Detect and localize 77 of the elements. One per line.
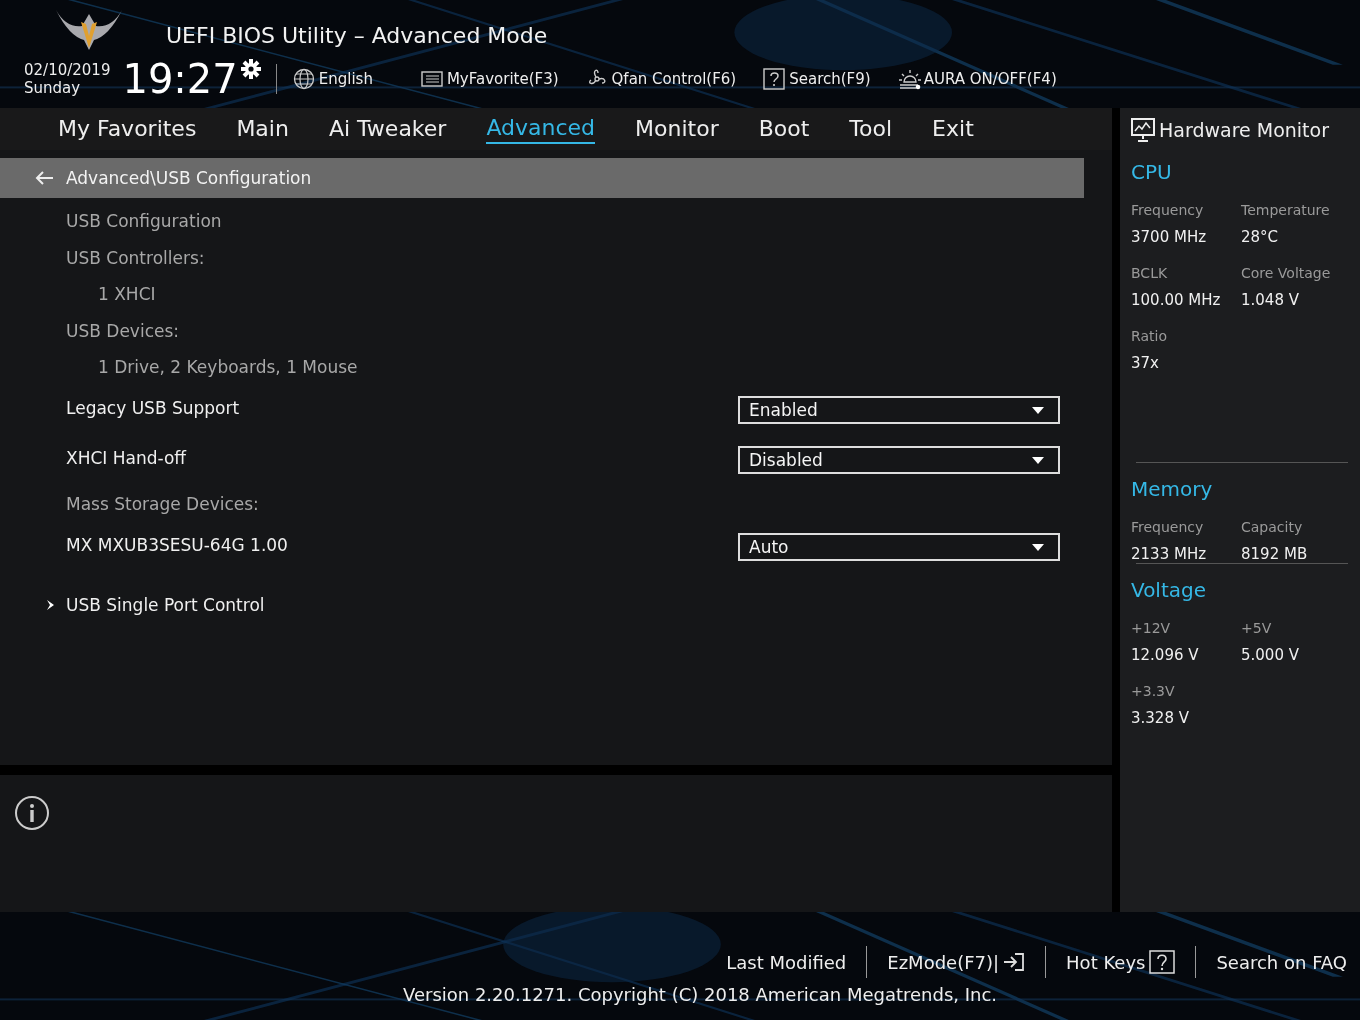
reading-value: 28°C <box>1241 228 1280 246</box>
section-title: Voltage <box>1131 578 1208 602</box>
toolbar-button[interactable]: Qfan Control(F6) <box>585 68 737 90</box>
footer-link[interactable]: Last Modified <box>726 951 847 973</box>
reading-label: +12V <box>1131 620 1172 636</box>
reading-value: 3700 MHz <box>1131 228 1208 246</box>
info-text: 1 Drive, 2 Keyboards, 1 Mouse <box>98 357 358 377</box>
section-label: USB Controllers: <box>66 247 205 268</box>
footer-link[interactable]: EzMode(F7)| <box>887 951 1026 973</box>
setting-label: MX MXUB3SESU-64G 1.00 <box>66 535 288 555</box>
reading-value: 37x <box>1131 354 1160 372</box>
list-icon <box>420 68 444 90</box>
reading-label: Frequency <box>1131 519 1205 535</box>
dropdown-value: Enabled <box>749 400 818 420</box>
toolbar-button[interactable]: MyFavorite(F3) <box>420 68 559 90</box>
exit-arrow-icon <box>1003 952 1026 972</box>
setting-label: Legacy USB Support <box>66 398 240 418</box>
submenu-item[interactable]: USB Single Port Control <box>46 576 265 634</box>
window-title: UEFI BIOS Utility – Advanced Mode <box>166 22 548 48</box>
reading-label: Ratio <box>1131 328 1168 344</box>
breadcrumb-text: Advanced\USB Configuration <box>66 168 312 188</box>
reading-value: 12.096 V <box>1131 646 1200 664</box>
reading-value: 1.048 V <box>1241 291 1300 309</box>
reading-label: Temperature <box>1241 202 1331 218</box>
reading-label: +3.3V <box>1131 683 1176 699</box>
date-text: 02/10/2019 <box>24 61 111 79</box>
question-box-icon <box>1149 950 1176 974</box>
toolbar-button[interactable]: AURA ON/OFF(F4) <box>897 68 1057 90</box>
back-arrow-icon <box>34 170 54 186</box>
toolbar-button[interactable]: English <box>292 68 373 90</box>
dropdown-value: Disabled <box>749 450 823 470</box>
caret-icon <box>1032 543 1044 551</box>
reading-value: 3.328 V <box>1131 709 1190 727</box>
setting-label: XHCI Hand-off <box>66 448 187 468</box>
toolbar-button[interactable]: Search(F9) <box>763 68 871 90</box>
dropdown[interactable]: Enabled <box>738 396 1060 424</box>
menu-tab[interactable]: Boot <box>758 115 810 143</box>
chevron-icon <box>46 599 56 611</box>
version-text: Version 2.20.1271. Copyright (C) 2018 American Megatrends, Inc. <box>403 984 999 1005</box>
reading-value: 2133 MHz <box>1131 545 1208 563</box>
info-icon <box>14 795 50 831</box>
menu-tab[interactable]: Tool <box>849 115 893 143</box>
reading-label: Core Voltage <box>1241 265 1332 281</box>
section-label: Mass Storage Devices: <box>66 493 259 514</box>
info-text: 1 XHCI <box>98 284 156 304</box>
menu-tab[interactable]: Exit <box>932 115 974 143</box>
caret-icon <box>1032 406 1044 414</box>
day-text: Sunday <box>24 79 82 97</box>
section-label: USB Configuration <box>66 210 222 231</box>
clock-text: 19:27 <box>122 56 238 102</box>
reading-label: BCLK <box>1131 265 1169 281</box>
dropdown-value: Auto <box>749 537 789 557</box>
section-label: USB Devices: <box>66 320 180 341</box>
footer-link[interactable]: Hot Keys <box>1066 950 1176 974</box>
monitor-chart-icon <box>1131 118 1155 142</box>
reading-value: 5.000 V <box>1241 646 1300 664</box>
reading-value: 100.00 MHz <box>1131 291 1222 309</box>
menu-tab[interactable]: My Favorites <box>58 115 197 143</box>
reading-label: Capacity <box>1241 519 1304 535</box>
menu-tab[interactable]: Advanced <box>486 114 596 144</box>
section-title: CPU <box>1131 160 1173 184</box>
footer-link[interactable]: Search on FAQ <box>1216 951 1347 973</box>
panel-title: Hardware Monitor <box>1159 119 1329 141</box>
dropdown[interactable]: Auto <box>738 533 1060 561</box>
reading-label: +5V <box>1241 620 1273 636</box>
reading-value: 8192 MB <box>1241 545 1309 563</box>
reading-label: Frequency <box>1131 202 1205 218</box>
dropdown[interactable]: Disabled <box>738 446 1060 474</box>
menu-tab[interactable]: Main <box>236 115 289 143</box>
menu-tab[interactable]: Ai Tweaker <box>328 115 447 143</box>
caret-icon <box>1032 456 1044 464</box>
globe-icon <box>292 68 316 90</box>
menu-tab[interactable]: Monitor <box>635 115 719 143</box>
question-box-icon <box>763 68 787 90</box>
lamp-icon <box>897 68 921 90</box>
settings-icon[interactable] <box>239 58 262 80</box>
section-title: Memory <box>1131 477 1214 501</box>
